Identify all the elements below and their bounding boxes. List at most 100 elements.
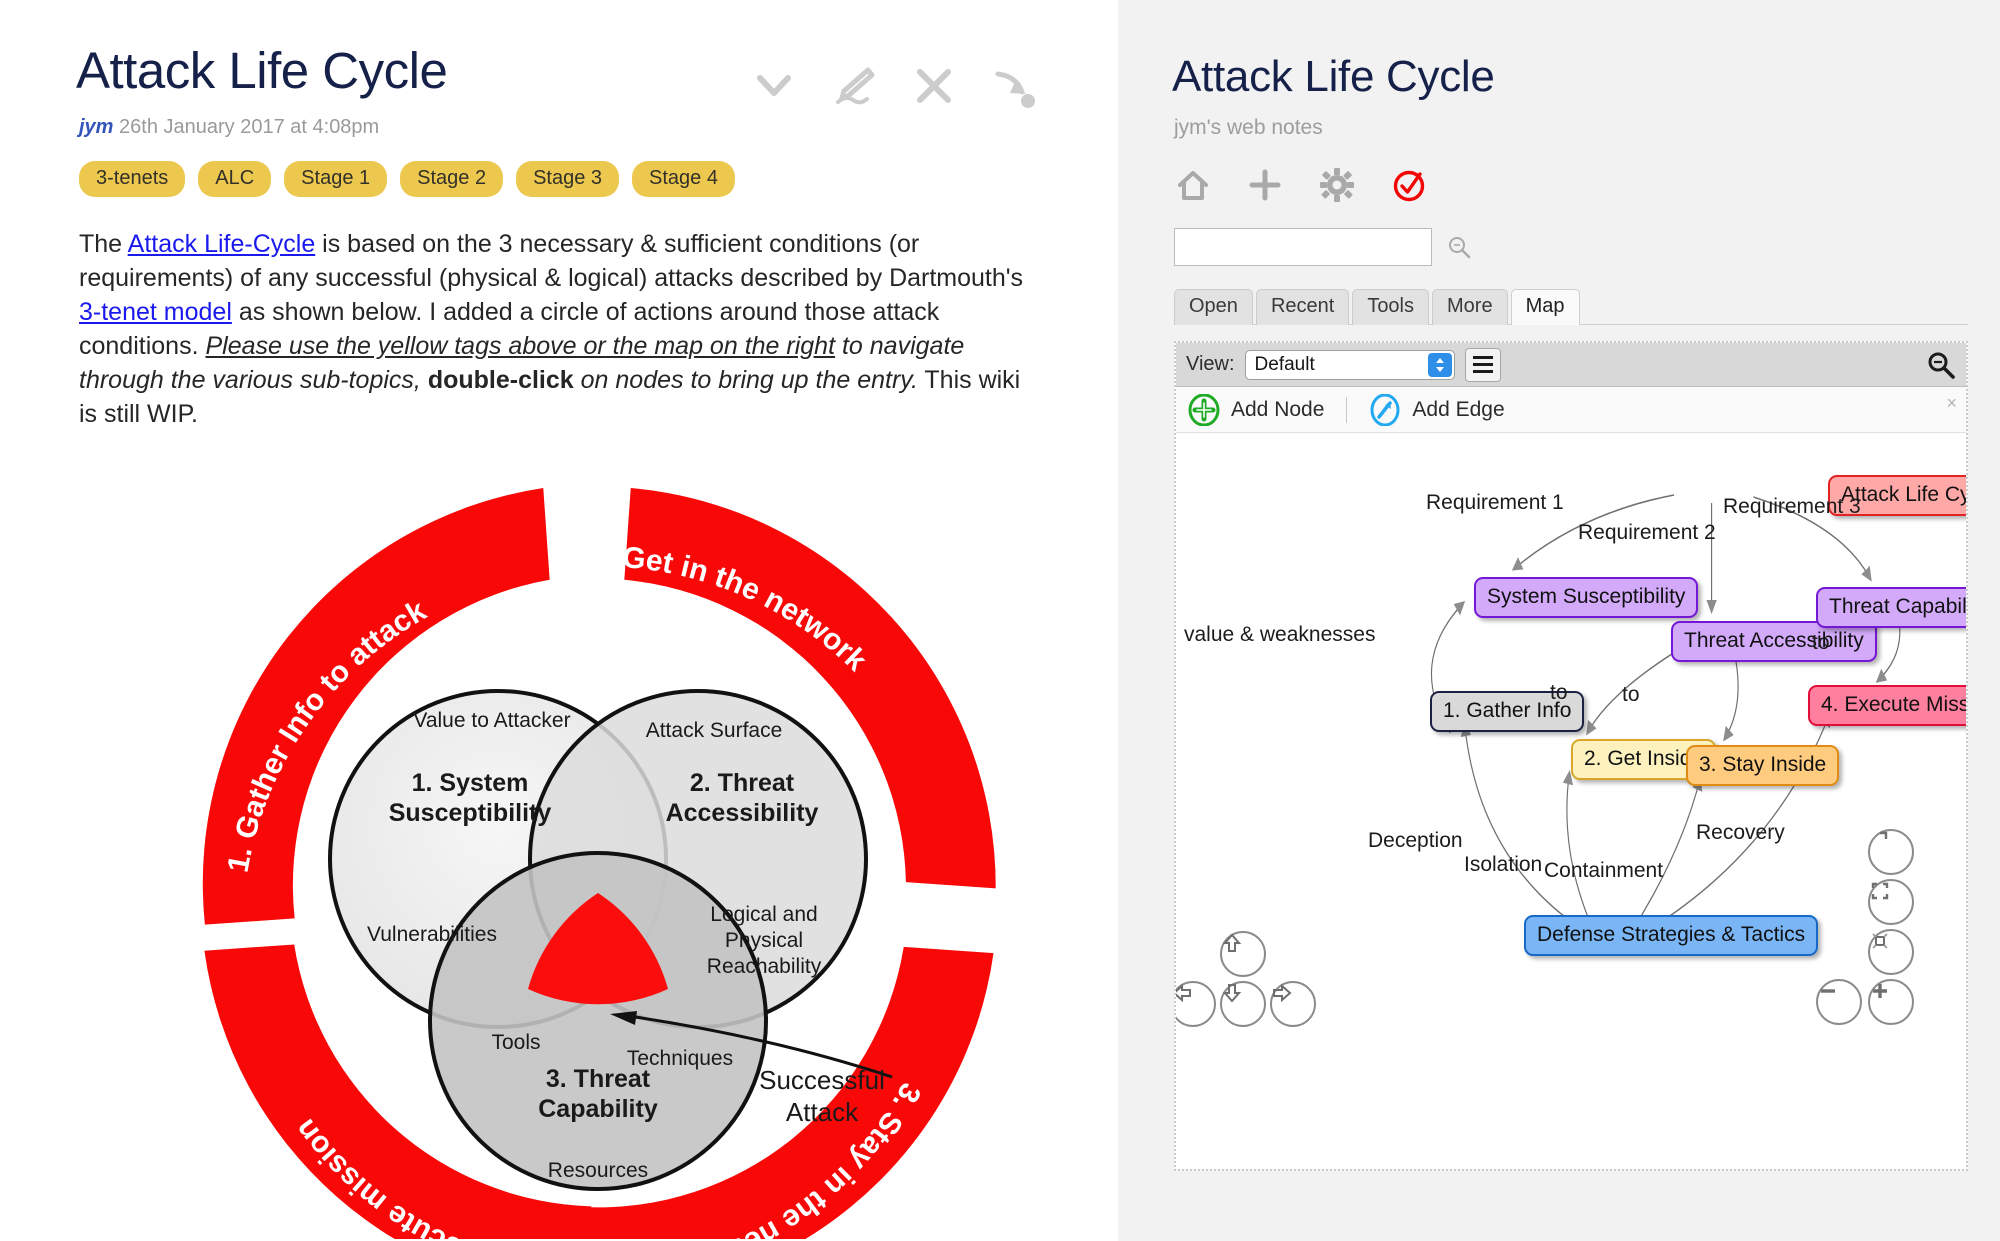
- tag-alc[interactable]: ALC: [198, 160, 272, 197]
- add-edge-label: Add Edge: [1412, 397, 1505, 421]
- body-text-1: The: [79, 229, 128, 258]
- edge-label-deception: Deception: [1368, 829, 1463, 852]
- pan-up-button[interactable]: [1220, 931, 1266, 977]
- map-icon-bar: [1174, 166, 2000, 204]
- view-select-value: Default: [1254, 353, 1315, 375]
- stepper-arrows-icon[interactable]: [1427, 352, 1452, 377]
- body-emphasis: Please use the yellow tags above or the …: [205, 331, 836, 360]
- plus-icon[interactable]: [1246, 166, 1284, 204]
- venn-c1-top: Value to Attacker: [413, 709, 570, 732]
- venn-c3-bottom: Resources: [548, 1159, 648, 1182]
- chevron-down-icon[interactable]: [748, 60, 800, 112]
- node-execute-mission[interactable]: 4. Execute Mission: [1808, 685, 1966, 726]
- tab-more[interactable]: More: [1432, 289, 1508, 325]
- node-system-susceptibility[interactable]: System Susceptibility: [1474, 577, 1699, 618]
- home-icon[interactable]: [1174, 166, 1212, 204]
- edge-label-to-1: to: [1550, 681, 1568, 704]
- tag-stage-3[interactable]: Stage 3: [516, 160, 620, 197]
- map-tabs: Open Recent Tools More Map: [1174, 288, 1968, 325]
- toolbar-divider: [1346, 396, 1348, 423]
- gear-icon[interactable]: [1318, 166, 1356, 204]
- tag-3-tenets[interactable]: 3-tenets: [79, 160, 186, 197]
- add-node-label: Add Node: [1231, 397, 1325, 421]
- body-italic-2: on nodes to bring up the entry.: [573, 365, 918, 394]
- edge-label-requirement-3: Requirement 3: [1723, 495, 1861, 518]
- tag-stage-1[interactable]: Stage 1: [284, 160, 388, 197]
- node-threat-capability[interactable]: Threat Capability: [1816, 587, 1966, 628]
- arrow-down-icon: [1222, 984, 1242, 1003]
- venn-c1-bottom: Vulnerabilities: [367, 923, 497, 946]
- menu-hamburger-icon[interactable]: [1464, 347, 1501, 382]
- zoom-out-button[interactable]: [1816, 979, 1862, 1025]
- view-select[interactable]: Default: [1244, 349, 1455, 380]
- edge-label-requirement-1: Requirement 1: [1426, 491, 1564, 514]
- check-circle-icon[interactable]: [1390, 166, 1428, 204]
- note-body: The Attack Life-Cycle is based on the 3 …: [79, 227, 1034, 431]
- add-edge-button[interactable]: Add Edge: [1369, 393, 1505, 426]
- close-toolbar-icon[interactable]: ×: [1946, 393, 1957, 414]
- edge-label-requirement-2: Requirement 2: [1578, 521, 1716, 544]
- venn-c2-top: Attack Surface: [646, 719, 783, 742]
- search-icon[interactable]: [1446, 234, 1472, 260]
- edge-label-to-2: to: [1622, 683, 1640, 706]
- byline: jym 26th January 2017 at 4:08pm: [79, 116, 1118, 139]
- pan-left-button[interactable]: [1176, 981, 1216, 1027]
- attack-life-cycle-figure: 1. Gather Info to attack 2. Get in the n…: [132, 469, 1118, 1239]
- map-widget: View: Default Add Node Add Edge × Attack…: [1174, 341, 1968, 1171]
- tag-stage-2[interactable]: Stage 2: [400, 160, 504, 197]
- search-row: [1174, 228, 2000, 266]
- node-defense-strategies[interactable]: Defense Strategies & Tactics: [1524, 915, 1819, 956]
- edge-label-value-weaknesses: value & weaknesses: [1184, 623, 1376, 646]
- graph-canvas[interactable]: Attack Life Cycle System Susceptibility …: [1176, 433, 1966, 1169]
- fit-screen-icon: [1871, 882, 1889, 900]
- edge-label-to-3: to: [1812, 631, 1830, 654]
- attack-life-cycle-link[interactable]: Attack Life-Cycle: [128, 230, 316, 258]
- minus-icon: [1821, 989, 1835, 993]
- edge-label-containment: Containment: [1544, 859, 1664, 882]
- fit-corner-button[interactable]: [1868, 829, 1914, 875]
- fit-screen-button[interactable]: [1868, 879, 1914, 925]
- venn-c3-left: Tools: [491, 1031, 540, 1054]
- close-icon[interactable]: [908, 60, 960, 112]
- zoom-in-button[interactable]: [1868, 979, 1914, 1025]
- arrow-up-icon: [1222, 933, 1242, 952]
- view-label: View:: [1186, 353, 1235, 375]
- app-root: Attack Life Cycle jym 26th January 2017 …: [0, 0, 2000, 1241]
- move-arrow-icon[interactable]: [988, 60, 1040, 112]
- map-panel: Attack Life Cycle jym's web notes Open R…: [1118, 0, 2000, 1241]
- pencil-edit-icon[interactable]: [828, 60, 880, 112]
- plus-zoom-icon: [1873, 984, 1887, 998]
- map-title: Attack Life Cycle: [1172, 52, 1495, 101]
- tag-stage-4[interactable]: Stage 4: [632, 160, 735, 197]
- tab-recent[interactable]: Recent: [1255, 289, 1350, 325]
- edge-label-recovery: Recovery: [1696, 821, 1785, 844]
- tag-list: 3-tenets ALC Stage 1 Stage 2 Stage 3 Sta…: [79, 160, 1118, 197]
- graph-tool-bar: Add Node Add Edge ×: [1176, 387, 1966, 433]
- edge-label-isolation: Isolation: [1464, 853, 1543, 876]
- add-node-button[interactable]: Add Node: [1188, 393, 1325, 426]
- tab-open[interactable]: Open: [1174, 289, 1253, 325]
- add-node-icon: [1188, 393, 1220, 426]
- add-edge-icon: [1370, 393, 1400, 426]
- note-toolbar: [748, 60, 1040, 112]
- note-author[interactable]: jym: [79, 116, 113, 138]
- pan-down-button[interactable]: [1220, 981, 1266, 1027]
- arrow-right-icon: [1273, 983, 1292, 1003]
- node-stay-inside[interactable]: 3. Stay Inside: [1686, 745, 1840, 786]
- map-subtitle: jym's web notes: [1174, 116, 1323, 139]
- search-input[interactable]: [1174, 228, 1432, 266]
- body-bold: double-click: [427, 365, 574, 394]
- fit-node-icon: [1872, 933, 1888, 949]
- pan-right-button[interactable]: [1270, 981, 1316, 1027]
- note-date: 26th January 2017 at 4:08pm: [119, 115, 380, 138]
- fit-corner-icon: [1880, 831, 1888, 839]
- fit-node-button[interactable]: [1868, 929, 1914, 975]
- tab-tools[interactable]: Tools: [1352, 289, 1430, 325]
- note-panel: Attack Life Cycle jym 26th January 2017 …: [0, 0, 1118, 1241]
- tab-map[interactable]: Map: [1510, 289, 1580, 325]
- view-bar: View: Default: [1176, 343, 1966, 387]
- graph-edges: [1430, 494, 1901, 934]
- zoom-search-icon[interactable]: [1926, 350, 1956, 380]
- three-tenet-model-link[interactable]: 3-tenet model: [79, 298, 232, 326]
- arrow-left-icon: [1176, 983, 1191, 1003]
